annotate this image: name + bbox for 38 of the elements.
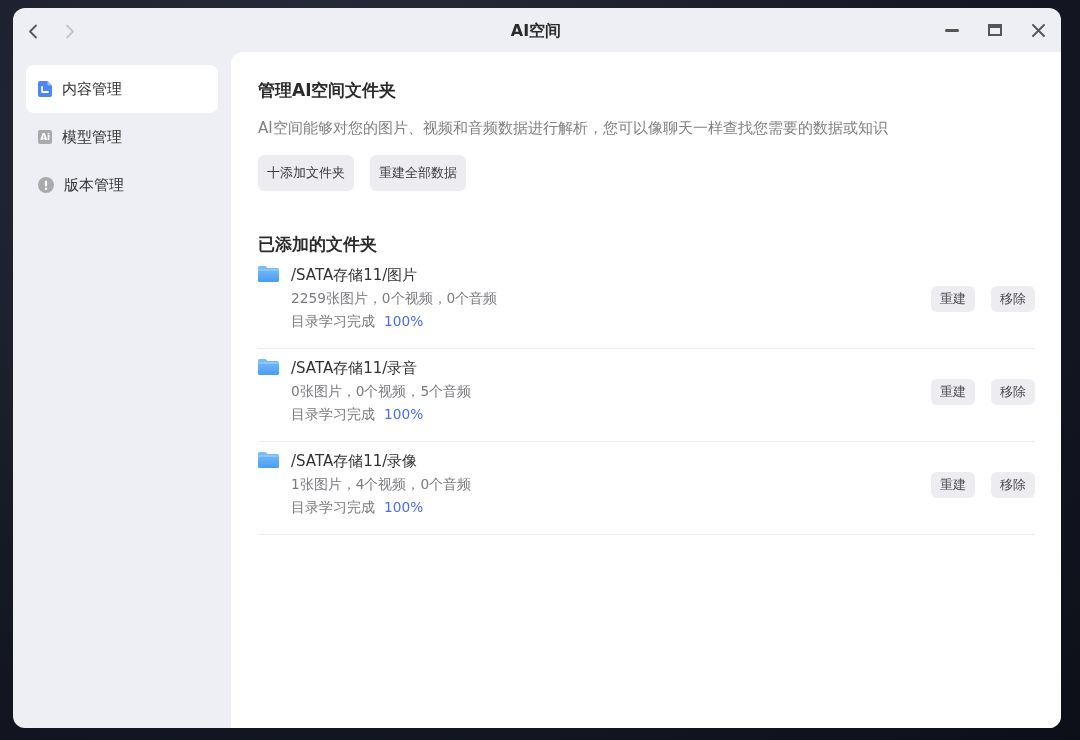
rebuild-button[interactable]: 重建 xyxy=(931,471,975,498)
folder-path: /SATA存储11/录像 xyxy=(291,451,419,472)
maximize-icon xyxy=(988,24,1002,36)
folder-stats: 2259张图片，0个视频，0个音频 xyxy=(291,289,499,308)
close-icon xyxy=(1031,23,1045,37)
progress-percent: 100% xyxy=(384,405,424,424)
status-text: 目录学习完成 xyxy=(291,405,375,424)
chevron-right-icon xyxy=(65,23,75,39)
sidebar-item[interactable]: 版本管理 xyxy=(26,161,218,209)
folder-stats: 1张图片，4个视频，0个音频 xyxy=(291,475,473,494)
status-text: 目录学习完成 xyxy=(291,312,375,331)
folder-path: /SATA存储11/图片 xyxy=(291,265,419,286)
progress-percent: 100% xyxy=(384,498,424,517)
progress-percent: 100% xyxy=(384,312,424,331)
folder-icon xyxy=(258,452,279,468)
section-heading: 管理AI空间文件夹 xyxy=(258,79,398,102)
document-icon xyxy=(38,81,52,97)
status-text: 目录学习完成 xyxy=(291,498,375,517)
remove-button[interactable]: 移除 xyxy=(991,378,1035,405)
description-text: AI空间能够对您的图片、视频和音频数据进行解析，您可以像聊天一样查找您需要的数据或知识 xyxy=(258,118,889,139)
rebuild-all-button[interactable]: 重建全部数据 xyxy=(370,155,466,191)
rebuild-button[interactable]: 重建 xyxy=(931,285,975,312)
add-folder-button[interactable]: 十添加文件夹 xyxy=(258,155,354,191)
folder-icon xyxy=(258,359,279,375)
section-heading: 已添加的文件夹 xyxy=(258,233,378,256)
folder-icon xyxy=(258,266,279,282)
sidebar-item[interactable]: 内容管理 xyxy=(26,65,218,113)
chevron-left-icon xyxy=(28,23,38,39)
minimize-icon xyxy=(945,28,959,32)
remove-button[interactable]: 移除 xyxy=(991,471,1035,498)
folder-stats: 0张图片，0个视频，5个音频 xyxy=(291,382,473,401)
ai-icon: Ai xyxy=(38,130,52,144)
remove-button[interactable]: 移除 xyxy=(991,285,1035,312)
rebuild-button[interactable]: 重建 xyxy=(931,378,975,405)
sidebar-item[interactable]: Ai 模型管理 xyxy=(26,113,218,161)
exclamation-icon xyxy=(38,177,54,193)
folder-path: /SATA存储11/录音 xyxy=(291,358,419,379)
window-title: AI空间 xyxy=(510,19,562,42)
